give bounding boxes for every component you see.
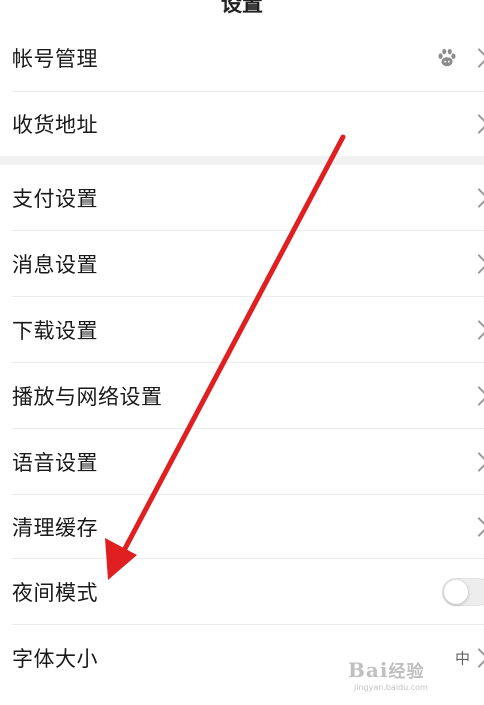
baidu-paw-avatar-icon [438, 48, 456, 67]
row-label: 夜间模式 [12, 581, 98, 605]
settings-row-clear-cache[interactable]: 清理缓存 [0, 495, 484, 559]
settings-row-messages[interactable]: 消息设置 [0, 231, 484, 297]
row-label: 字体大小 [12, 647, 98, 671]
watermark-url: jingyan.baidu.com [354, 683, 428, 692]
settings-row-download[interactable]: 下载设置 [0, 297, 484, 363]
chevron-right-icon [469, 188, 484, 208]
baidu-jingyan-watermark: Bai经验 jingyan.baidu.com [348, 657, 464, 697]
chevron-right-icon [469, 517, 484, 537]
chevron-right-icon [469, 648, 484, 668]
chevron-right-icon [469, 320, 484, 340]
watermark-logo: Bai经验 [348, 658, 425, 682]
settings-row-payment[interactable]: 支付设置 [0, 165, 484, 231]
settings-row-account[interactable]: 帐号管理 [0, 24, 484, 92]
row-label: 清理缓存 [12, 516, 98, 540]
row-label: 播放与网络设置 [12, 385, 163, 409]
toggle-knob [444, 580, 468, 604]
row-label: 支付设置 [12, 187, 98, 211]
row-label: 语音设置 [12, 451, 98, 475]
chevron-right-icon [469, 254, 484, 274]
page-title: 设置 [221, 0, 263, 16]
chevron-right-icon [469, 114, 484, 134]
row-label: 收货地址 [12, 113, 98, 137]
row-label: 消息设置 [12, 253, 98, 277]
settings-row-night-mode: 夜间模式 [0, 559, 484, 625]
section-gap [0, 156, 484, 165]
chevron-right-icon [469, 452, 484, 472]
chevron-right-icon [469, 48, 484, 68]
title-bar: 设置 [0, 0, 484, 24]
settings-row-playback-network[interactable]: 播放与网络设置 [0, 363, 484, 429]
row-label: 帐号管理 [12, 47, 98, 71]
settings-row-voice[interactable]: 语音设置 [0, 429, 484, 495]
chevron-right-icon [469, 386, 484, 406]
night-mode-toggle[interactable] [442, 578, 484, 606]
settings-row-address[interactable]: 收货地址 [0, 92, 484, 156]
row-label: 下载设置 [12, 319, 98, 343]
